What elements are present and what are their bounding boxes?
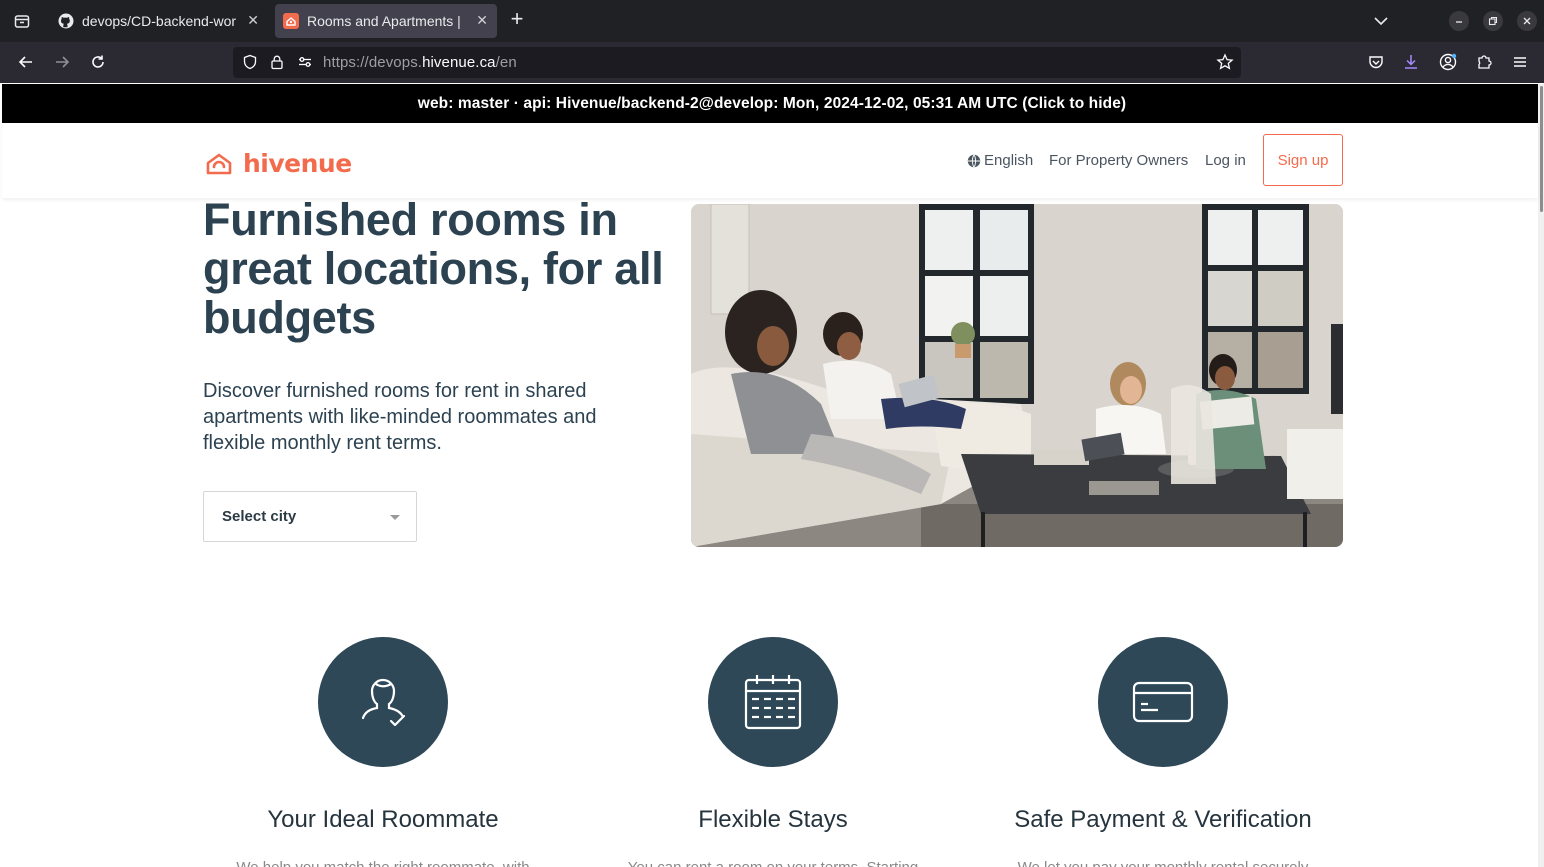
hero-living-room-photo xyxy=(691,204,1343,547)
logo-text: hivenue xyxy=(243,149,352,178)
credit-card-icon xyxy=(1132,681,1194,723)
menu-icon[interactable] xyxy=(1510,52,1530,72)
close-tab-icon[interactable]: ✕ xyxy=(476,12,488,29)
globe-icon xyxy=(967,154,981,167)
language-label: English xyxy=(984,152,1034,169)
page-scrollbar-thumb[interactable] xyxy=(1540,86,1543,212)
permissions-icon[interactable] xyxy=(295,52,315,72)
url-bar[interactable]: https://devops.hivenue.ca/en xyxy=(233,47,1241,78)
dev-build-banner[interactable]: web: master · api: Hivenue/backend-2@dev… xyxy=(2,84,1542,123)
flexible-stays-feature-badge xyxy=(708,637,838,767)
hero-title: Furnished rooms in great locations, for … xyxy=(203,194,664,343)
signup-button[interactable]: Sign up xyxy=(1263,134,1343,186)
url-prefix: https://devops. xyxy=(323,54,423,71)
site-header: hivenue English For Property Owners Log … xyxy=(2,123,1538,198)
extensions-icon[interactable] xyxy=(1474,52,1494,72)
feature-title-roommate: Your Ideal Roommate xyxy=(267,806,499,833)
feature-text-flexible-stays: You can rent a room on your terms. Start… xyxy=(603,855,943,867)
browser-nav-bar: https://devops.hivenue.ca/en xyxy=(0,42,1544,83)
tab-github[interactable]: devops/CD-backend-wor ✕ xyxy=(50,4,268,38)
github-icon xyxy=(58,13,74,29)
safe-payment-feature-badge xyxy=(1098,637,1228,767)
close-tab-icon[interactable]: ✕ xyxy=(247,12,259,29)
city-select[interactable]: Select city xyxy=(203,491,417,542)
tab-title: Rooms and Apartments | xyxy=(307,13,461,29)
url-text[interactable]: https://devops.hivenue.ca/en xyxy=(323,54,517,71)
list-all-tabs-icon[interactable] xyxy=(1372,12,1390,30)
minimize-icon[interactable] xyxy=(1449,11,1469,31)
for-property-owners-link[interactable]: For Property Owners xyxy=(1049,152,1188,169)
language-selector[interactable]: English xyxy=(967,152,1033,169)
pocket-icon[interactable] xyxy=(1366,52,1386,72)
tab-list-icon[interactable] xyxy=(8,7,36,35)
browser-tab-bar: devops/CD-backend-wor ✕ Rooms and Apartm… xyxy=(0,0,1544,42)
downloads-icon[interactable] xyxy=(1401,52,1421,72)
roommate-icon xyxy=(361,678,406,727)
account-icon[interactable] xyxy=(1438,52,1458,72)
url-host: hivenue.ca xyxy=(422,54,496,71)
forward-icon[interactable] xyxy=(52,52,72,72)
url-path: /en xyxy=(495,54,517,71)
tracking-protection-icon[interactable] xyxy=(240,52,260,72)
city-select-label: Select city xyxy=(222,508,297,525)
back-icon[interactable] xyxy=(16,52,36,72)
new-tab-icon[interactable]: + xyxy=(506,8,528,31)
tab-title: devops/CD-backend-wor xyxy=(82,13,237,29)
feature-title-safe-payment: Safe Payment & Verification xyxy=(1014,806,1312,833)
login-link[interactable]: Log in xyxy=(1205,152,1246,169)
hivenue-favicon xyxy=(283,13,299,29)
lock-icon[interactable] xyxy=(267,52,287,72)
hero-subtitle: Discover furnished rooms for rent in sha… xyxy=(203,380,597,454)
tab-hivenue[interactable]: Rooms and Apartments | ✕ xyxy=(275,4,497,38)
close-window-icon[interactable] xyxy=(1517,11,1537,31)
feature-title-flexible-stays: Flexible Stays xyxy=(698,806,848,833)
reload-icon[interactable] xyxy=(88,52,108,72)
feature-text-safe-payment: We let you pay your monthly rental secur… xyxy=(993,855,1333,867)
feature-text-roommate: We help you match the right roommate, wi… xyxy=(213,855,553,867)
roommate-feature-badge xyxy=(318,637,448,767)
restore-icon[interactable] xyxy=(1483,11,1503,31)
calendar-icon xyxy=(744,675,802,730)
hivenue-logo-icon xyxy=(206,153,232,174)
hivenue-logo[interactable]: hivenue xyxy=(205,149,352,178)
bookmark-star-icon[interactable] xyxy=(1215,52,1235,72)
chevron-down-icon xyxy=(390,515,400,520)
